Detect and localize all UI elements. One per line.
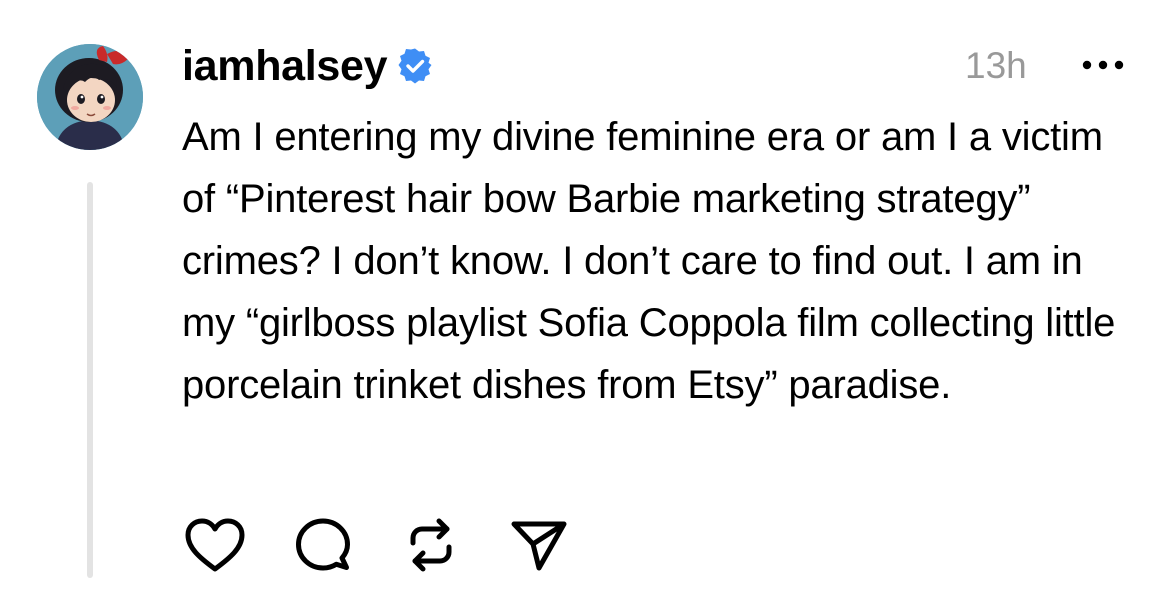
comment-button[interactable] [288,510,358,580]
post-header: iamhalsey [182,38,433,94]
username[interactable]: iamhalsey [182,38,388,94]
repost-button[interactable] [396,510,466,580]
cartoon-girl-avatar [37,44,143,150]
avatar[interactable] [37,44,143,150]
heart-icon [185,518,245,572]
verified-badge-icon [397,48,433,84]
repost-icon [410,518,452,572]
post-actions [180,510,612,580]
post-timestamp: 13h [965,45,1027,86]
more-options-icon[interactable] [1078,52,1128,78]
share-icon [511,521,567,571]
post-text: Am I entering my divine feminine era or … [182,115,1116,407]
thread-line [87,182,93,578]
comment-icon [296,518,350,571]
like-button[interactable] [180,510,250,580]
thread-post: iamhalsey 13h Am I entering my divine fe… [0,0,1170,591]
share-button[interactable] [504,510,574,580]
